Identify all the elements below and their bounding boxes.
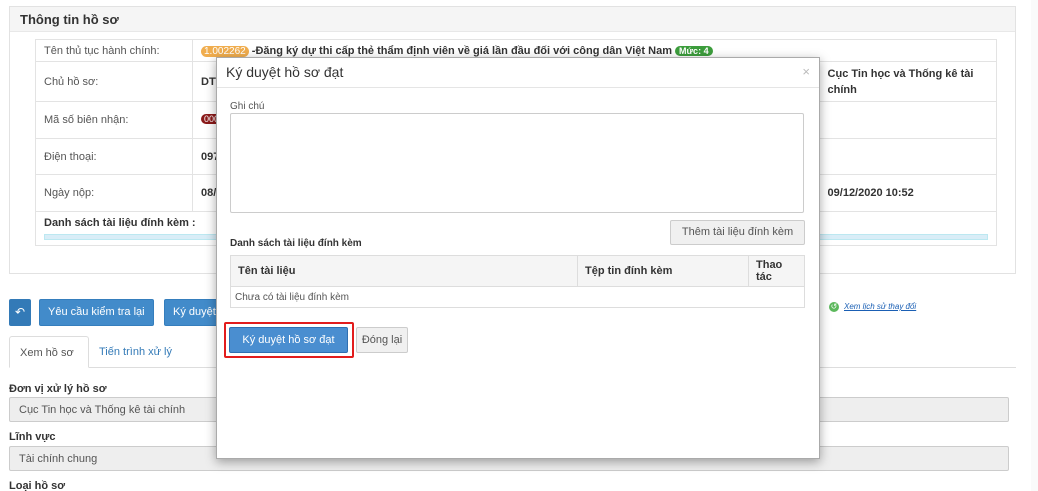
date-label: Ngày nộp: <box>35 174 193 212</box>
procedure-code-badge: 1.002262 <box>201 45 249 57</box>
tab-view-record[interactable]: Xem hồ sơ <box>9 336 89 368</box>
back-icon[interactable]: ↶ <box>9 299 31 326</box>
column-header-actions: Thao tác <box>748 255 805 287</box>
record-type-label: Loại hồ sơ <box>9 480 66 491</box>
request-check-button[interactable]: Yêu cầu kiểm tra lại <box>39 299 154 326</box>
procedure-level-badge: Mức: 4 <box>675 45 713 56</box>
history-link[interactable]: ↺ Xem lịch sử thay đổi <box>829 302 916 312</box>
approve-modal: Ký duyệt hồ sơ đạt × Ghi chú Thêm tài li… <box>216 57 820 459</box>
add-document-button[interactable]: Thêm tài liệu đính kèm <box>670 220 805 245</box>
record-info-title: Thông tin hồ sơ <box>10 7 1015 32</box>
note-label: Ghi chú <box>230 101 265 112</box>
history-icon: ↺ <box>829 302 839 312</box>
close-modal-button[interactable]: Đóng lại <box>356 327 408 353</box>
owner-label: Chủ hồ sơ: <box>35 61 193 102</box>
sign-approve-button[interactable]: Ký duyệt <box>164 299 224 326</box>
documents-table: Tên tài liệu Tệp tin đính kèm Thao tác C… <box>230 255 805 308</box>
empty-docs-row: Chưa có tài liệu đính kèm <box>230 286 805 308</box>
note-textarea[interactable] <box>230 113 804 213</box>
procedure-label: Tên thủ tục hành chính: <box>35 39 193 62</box>
domain-label: Lĩnh vực <box>9 431 56 443</box>
modal-header: Ký duyệt hồ sơ đạt × <box>217 58 819 88</box>
column-header-doc-name: Tên tài liệu <box>230 255 578 287</box>
phone-label: Điện thoại: <box>35 138 193 175</box>
approve-record-button[interactable]: Ký duyệt hồ sơ đạt <box>229 327 348 353</box>
page-scrollbar[interactable] <box>1031 0 1038 491</box>
modal-docs-title: Danh sách tài liệu đính kèm <box>230 238 362 249</box>
procedure-name: -Đăng ký dự thi cấp thẻ thẩm định viên v… <box>248 44 676 57</box>
history-link-text[interactable]: Xem lịch sử thay đổi <box>844 302 916 311</box>
unit-label: Đơn vị xử lý hồ sơ <box>9 383 107 395</box>
column-header-file: Tệp tin đính kèm <box>577 255 749 287</box>
date-right-value: 09/12/2020 10:52 <box>818 174 998 212</box>
receipt-label: Mã số biên nhận: <box>35 101 193 139</box>
close-icon[interactable]: × <box>802 64 810 79</box>
modal-title: Ký duyệt hồ sơ đạt <box>226 64 344 80</box>
tab-progress[interactable]: Tiến trình xử lý <box>89 336 182 368</box>
owner-agency: Cục Tin học và Thống kê tài chính <box>818 61 998 102</box>
